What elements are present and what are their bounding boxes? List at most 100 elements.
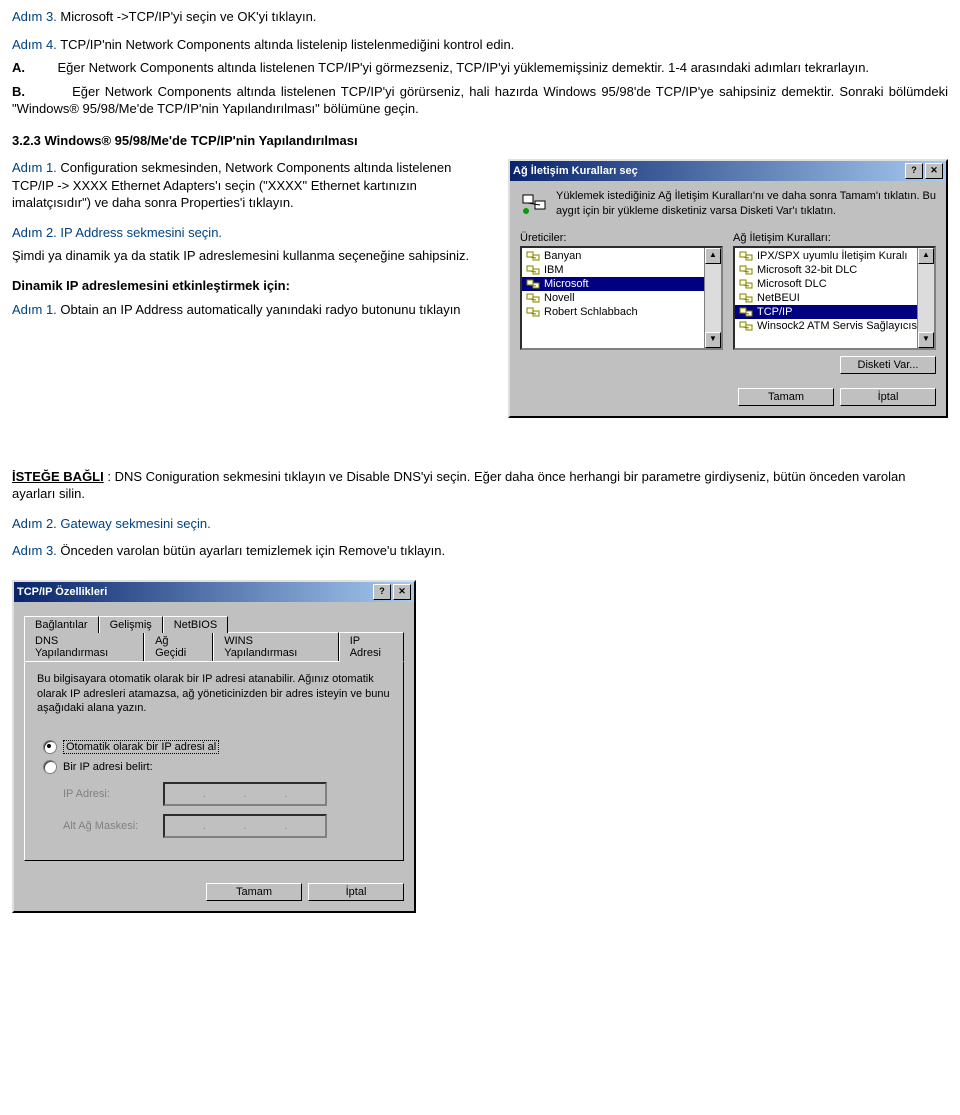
list-item[interactable]: NetBEUI (735, 291, 934, 305)
dyn-step-1: Adım 1. Obtain an IP Address automatical… (12, 301, 492, 319)
vendor-icon (526, 264, 540, 276)
network-icon (520, 189, 548, 221)
step-3c-label: Adım 3. (12, 543, 57, 558)
protocol-icon (739, 264, 753, 276)
list-item[interactable]: IPX/SPX uyumlu İletişim Kuralı (735, 249, 934, 263)
step-3-text: Microsoft ->TCP/IP'yi seçin ve OK'yi tık… (60, 9, 316, 24)
manufacturers-label: Üreticiler: (520, 232, 723, 244)
note-a-text: Eğer Network Components altında listelen… (58, 60, 870, 75)
list-item[interactable]: Microsoft 32-bit DLC (735, 263, 934, 277)
radio-icon (43, 760, 57, 774)
dialog-title: Ağ İletişim Kuralları seç (513, 165, 638, 177)
note-b-text: Eğer Network Components altında listelen… (12, 84, 948, 117)
step-1b: Adım 1. Configuration sekmesinden, Netwo… (12, 159, 492, 212)
note-a-label: A. (12, 60, 25, 75)
subnet-mask-input: . . . (163, 814, 327, 838)
list-item[interactable]: Robert Schlabbach (522, 305, 721, 319)
step-2b: Adım 2. IP Address sekmesini seçin. (12, 224, 492, 242)
list-item[interactable]: TCP/IP (735, 305, 934, 319)
dyn-step-1-text: Obtain an IP Address automatically yanın… (60, 302, 460, 317)
protocol-icon (739, 278, 753, 290)
optional-text: : DNS Coniguration sekmesini tıklayın ve… (12, 469, 905, 502)
protocol-select-dialog: Ağ İletişim Kuralları seç ? ✕ Yüklemek i… (508, 159, 948, 417)
vendor-icon (526, 292, 540, 304)
panel-description: Bu bilgisayara otomatik olarak bir IP ad… (37, 672, 391, 717)
protocol-icon (739, 292, 753, 304)
have-disk-button[interactable]: Disketi Var... (840, 356, 936, 374)
tab[interactable]: DNS Yapılandırması (24, 632, 144, 661)
dialog-description: Yüklemek istediğiniz Ağ İletişim Kuralla… (556, 189, 936, 218)
note-a: A. Eğer Network Components altında liste… (12, 59, 948, 77)
optional-label: İSTEĞE BAĞLI (12, 469, 104, 484)
step-2c-text: Gateway sekmesini seçin. (60, 516, 210, 531)
dynamic-title: Dinamik IP adreslemesini etkinleştirmek … (12, 278, 290, 293)
tab[interactable]: IP Adresi (339, 632, 404, 662)
tab[interactable]: Bağlantılar (24, 616, 99, 633)
scroll-down-icon[interactable]: ▼ (918, 332, 934, 348)
manufacturers-list[interactable]: BanyanIBMMicrosoftNovellRobert Schlabbac… (520, 246, 723, 350)
protocol-icon (739, 250, 753, 262)
radio-manual-ip[interactable]: Bir IP adresi belirt: (43, 760, 391, 774)
protocol-icon (739, 306, 753, 318)
scroll-down-icon[interactable]: ▼ (705, 332, 721, 348)
cancel-button[interactable]: İptal (308, 883, 404, 901)
radio-auto-label: Otomatik olarak bir IP adresi al (63, 740, 219, 754)
step-4-text: TCP/IP'nin Network Components altında li… (60, 37, 514, 52)
scrollbar[interactable]: ▲ ▼ (704, 248, 721, 348)
step-1b-label: Adım 1. (12, 160, 57, 175)
section-title: 3.2.3 Windows® 95/98/Me'de TCP/IP'nin Ya… (12, 132, 948, 150)
list-item[interactable]: Novell (522, 291, 721, 305)
protocols-label: Ağ İletişim Kuralları: (733, 232, 936, 244)
list-item[interactable]: Microsoft DLC (735, 277, 934, 291)
ip-address-label: IP Adresi: (63, 788, 153, 800)
step-2b-text: IP Address sekmesini seçin. (60, 225, 222, 240)
scroll-up-icon[interactable]: ▲ (918, 248, 934, 264)
tcpip-properties-dialog: TCP/IP Özellikleri ? ✕ BağlantılarGelişm… (12, 580, 416, 914)
list-item[interactable]: Winsock2 ATM Servis Sağlayıcısı (735, 319, 934, 333)
step-2b-sub: Şimdi ya dinamik ya da statik IP adresle… (12, 247, 492, 265)
cancel-button[interactable]: İptal (840, 388, 936, 406)
list-item[interactable]: Microsoft (522, 277, 721, 291)
subnet-mask-label: Alt Ağ Maskesi: (63, 820, 153, 832)
optional-note: İSTEĞE BAĞLI : DNS Coniguration sekmesin… (12, 468, 948, 503)
step-2c: Adım 2. Gateway sekmesini seçin. (12, 515, 948, 533)
step-3: Adım 3. Microsoft ->TCP/IP'yi seçin ve O… (12, 8, 948, 26)
vendor-icon (526, 306, 540, 318)
vendor-icon (526, 250, 540, 262)
step-4: Adım 4. TCP/IP'nin Network Components al… (12, 36, 948, 54)
scrollbar[interactable]: ▲ ▼ (917, 248, 934, 348)
step-2b-label: Adım 2. (12, 225, 57, 240)
step-3-label: Adım 3. (12, 9, 57, 24)
step-3c: Adım 3. Önceden varolan bütün ayarları t… (12, 542, 948, 560)
tab[interactable]: Gelişmiş (99, 616, 163, 633)
ok-button[interactable]: Tamam (206, 883, 302, 901)
note-b-label: B. (12, 84, 25, 99)
step-2c-label: Adım 2. (12, 516, 57, 531)
dialog-titlebar[interactable]: Ağ İletişim Kuralları seç ? ✕ (510, 161, 946, 181)
scroll-up-icon[interactable]: ▲ (705, 248, 721, 264)
step-4-label: Adım 4. (12, 37, 57, 52)
ok-button[interactable]: Tamam (738, 388, 834, 406)
dialog-titlebar[interactable]: TCP/IP Özellikleri ? ✕ (14, 582, 414, 602)
step-1b-text: Configuration sekmesinden, Network Compo… (12, 160, 451, 210)
list-item[interactable]: IBM (522, 263, 721, 277)
radio-auto-ip[interactable]: Otomatik olarak bir IP adresi al (43, 740, 391, 754)
note-b: B. Eğer Network Components altında liste… (12, 83, 948, 118)
dyn-step-1-label: Adım 1. (12, 302, 57, 317)
close-button[interactable]: ✕ (393, 584, 411, 600)
radio-manual-label: Bir IP adresi belirt: (63, 761, 153, 773)
list-item[interactable]: Banyan (522, 249, 721, 263)
step-3c-text: Önceden varolan bütün ayarları temizleme… (60, 543, 445, 558)
radio-icon (43, 740, 57, 754)
vendor-icon (526, 278, 540, 290)
ip-address-input: . . . (163, 782, 327, 806)
close-button[interactable]: ✕ (925, 163, 943, 179)
tab[interactable]: NetBIOS (163, 616, 228, 633)
dialog-title: TCP/IP Özellikleri (17, 586, 107, 598)
help-button[interactable]: ? (373, 584, 391, 600)
protocols-list[interactable]: IPX/SPX uyumlu İletişim KuralıMicrosoft … (733, 246, 936, 350)
tab[interactable]: WINS Yapılandırması (213, 632, 339, 661)
tab[interactable]: Ağ Geçidi (144, 632, 213, 661)
protocol-icon (739, 320, 753, 332)
help-button[interactable]: ? (905, 163, 923, 179)
